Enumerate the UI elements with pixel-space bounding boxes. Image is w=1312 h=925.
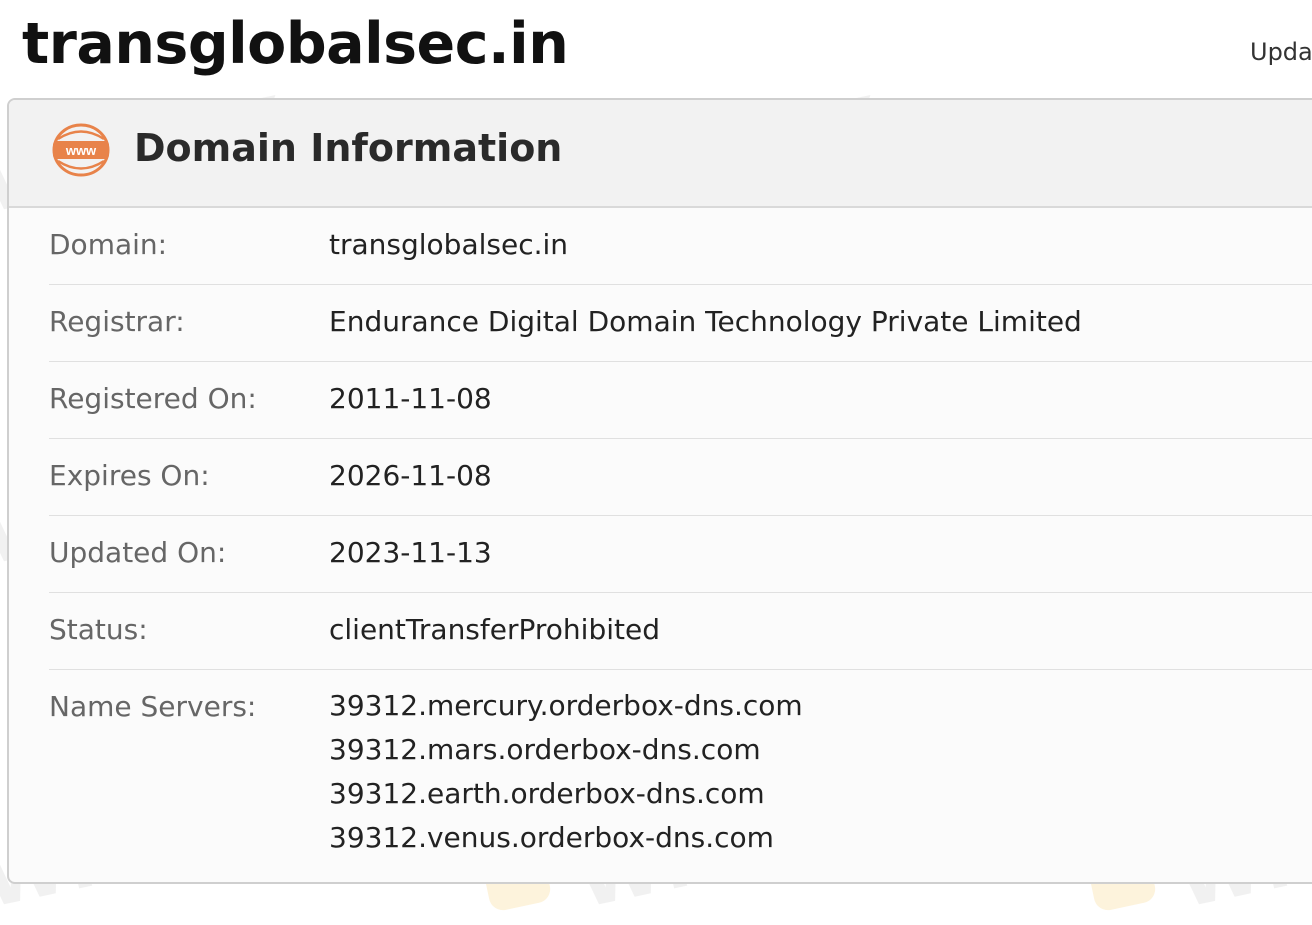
row-label: Name Servers:	[49, 690, 257, 723]
row-label: Domain:	[49, 228, 168, 261]
info-row-registered-on: Registered On: 2011-11-08	[49, 362, 1312, 439]
row-value: 2026-11-08	[329, 459, 492, 492]
panel-title: Domain Information	[134, 126, 563, 170]
info-table: Domain: transglobalsec.in Registrar: End…	[49, 208, 1312, 870]
domain-info-panel: www Domain Information Domain: transglob…	[7, 98, 1312, 884]
updated-label: Upda	[1250, 38, 1312, 66]
info-row-status: Status: clientTransferProhibited	[49, 593, 1312, 670]
info-row-domain: Domain: transglobalsec.in	[49, 208, 1312, 285]
name-server-list: 39312.mercury.orderbox-dns.com 39312.mar…	[329, 670, 803, 860]
row-value: transglobalsec.in	[329, 228, 569, 261]
row-label: Status:	[49, 613, 148, 646]
info-row-name-servers: Name Servers: 39312.mercury.orderbox-dns…	[49, 670, 1312, 870]
svg-text:www: www	[65, 143, 97, 158]
panel-header: www Domain Information	[9, 100, 1312, 208]
row-value: Endurance Digital Domain Technology Priv…	[329, 305, 1082, 338]
page-title: transglobalsec.in	[22, 11, 569, 77]
row-label: Updated On:	[49, 536, 227, 569]
row-value: clientTransferProhibited	[329, 613, 660, 646]
row-value: 2023-11-13	[329, 536, 492, 569]
info-row-updated-on: Updated On: 2023-11-13	[49, 516, 1312, 593]
name-server-item: 39312.earth.orderbox-dns.com	[329, 777, 765, 810]
row-value: 2011-11-08	[329, 382, 492, 415]
row-label: Registrar:	[49, 305, 185, 338]
row-label: Registered On:	[49, 382, 257, 415]
info-row-registrar: Registrar: Endurance Digital Domain Tech…	[49, 285, 1312, 362]
name-server-item: 39312.venus.orderbox-dns.com	[329, 821, 774, 854]
row-label: Expires On:	[49, 459, 210, 492]
name-server-item: 39312.mars.orderbox-dns.com	[329, 733, 761, 766]
www-icon: www	[52, 123, 110, 177]
info-row-expires-on: Expires On: 2026-11-08	[49, 439, 1312, 516]
name-server-item: 39312.mercury.orderbox-dns.com	[329, 689, 803, 722]
